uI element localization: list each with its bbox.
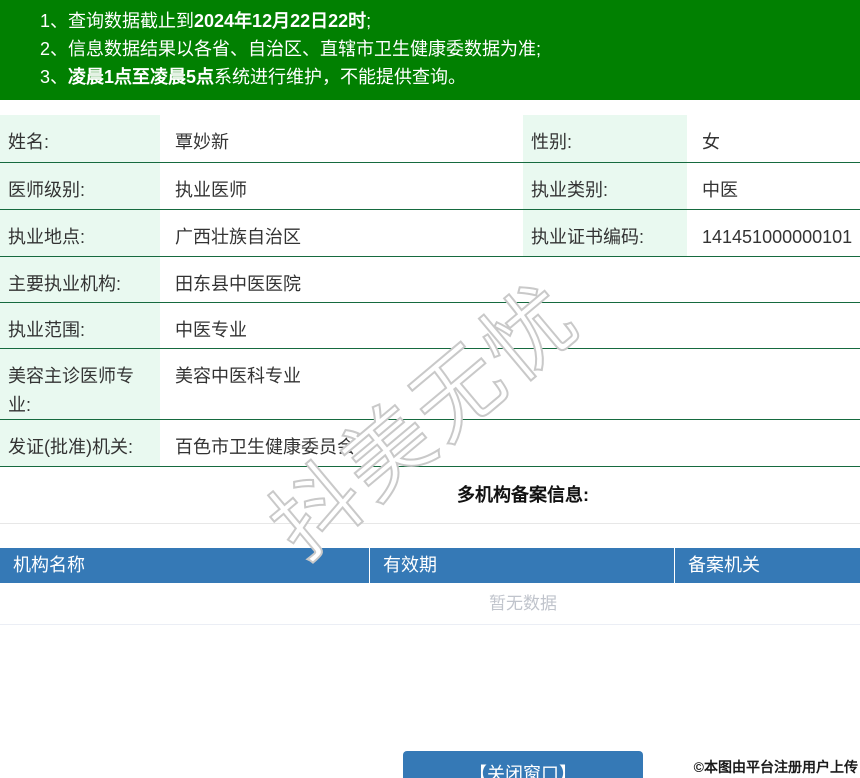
info-row-main-institution: 主要执业机构: 田东县中医医院: [0, 257, 860, 303]
info-row-level-category: 医师级别: 执业医师 执业类别: 中医: [0, 163, 860, 210]
column-header-institution-name: 机构名称: [0, 548, 370, 583]
practitioner-info-table: 姓名: 覃妙新 性别: 女 医师级别: 执业医师 执业类别: 中医 执业地点: …: [0, 115, 860, 467]
main-institution-label: 主要执业机构:: [0, 257, 160, 302]
notice-number: 3、: [40, 67, 69, 87]
notice-line-1: 1、查询数据截止到2024年12月22日22时;: [40, 7, 860, 35]
info-row-location-license: 执业地点: 广西壮族自治区 执业证书编码: 141451000000101: [0, 210, 860, 257]
gender-label: 性别:: [523, 115, 687, 162]
notice-number: 2、: [40, 39, 69, 59]
notice-text: 信息数据结果以各省、自治区、直辖市卫生健康委数据为准;: [68, 39, 542, 59]
practice-category-label: 执业类别:: [523, 163, 687, 209]
notice-number: 1、: [40, 11, 69, 31]
notice-text: 查询数据截止到: [68, 11, 195, 31]
main-institution-value: 田东县中医医院: [175, 274, 301, 294]
notice-line-2: 2、信息数据结果以各省、自治区、直辖市卫生健康委数据为准;: [40, 35, 860, 63]
records-table-header: 机构名称 有效期 备案机关: [0, 548, 860, 583]
column-header-record-authority: 备案机关: [688, 555, 760, 575]
notice-text-bold: 2024年12月22日22时: [194, 11, 367, 31]
practice-location-label: 执业地点:: [0, 210, 160, 256]
upload-stamp: ©本图由平台注册用户上传: [693, 759, 858, 775]
practice-category-value: 中医: [702, 180, 738, 200]
name-label: 姓名:: [0, 115, 160, 162]
close-window-button[interactable]: 【关闭窗口】: [403, 751, 643, 778]
gender-value: 女: [702, 132, 720, 152]
column-header-validity-period: 有效期: [370, 548, 675, 583]
page-content: 1、查询数据截止到2024年12月22日22时; 2、信息数据结果以各省、自治区…: [0, 0, 860, 778]
notice-text-bold: 凌晨1点至凌晨5点: [68, 67, 215, 87]
name-value: 覃妙新: [175, 132, 229, 152]
query-result-window: 1、查询数据截止到2024年12月22日22时; 2、信息数据结果以各省、自治区…: [0, 0, 860, 778]
practice-scope-value: 中医专业: [175, 320, 247, 340]
doctor-level-label: 医师级别:: [0, 163, 160, 209]
doctor-level-value: 执业医师: [175, 180, 247, 200]
license-number-value: 141451000000101: [702, 227, 853, 247]
issuing-authority-label: 发证(批准)机关:: [0, 420, 160, 466]
info-row-cosmetic-specialty: 美容主诊医师专业: 美容中医科专业: [0, 349, 860, 420]
notice-line-3: 3、凌晨1点至凌晨5点系统进行维护，不能提供查询。: [40, 63, 860, 91]
license-number-label: 执业证书编码:: [523, 210, 687, 256]
practice-location-value: 广西壮族自治区: [175, 227, 301, 247]
notice-banner: 1、查询数据截止到2024年12月22日22时; 2、信息数据结果以各省、自治区…: [0, 0, 860, 100]
notice-text: 系统进行维护，不能提供查询。: [214, 67, 467, 87]
section-divider: [0, 523, 860, 524]
multi-institution-section-title: 多机构备案信息:: [457, 485, 589, 505]
info-row-issuing-authority: 发证(批准)机关: 百色市卫生健康委员会: [0, 420, 860, 467]
records-empty-state: 暂无数据: [0, 583, 860, 625]
notice-text: ;: [366, 11, 372, 31]
info-row-practice-scope: 执业范围: 中医专业: [0, 303, 860, 349]
issuing-authority-value: 百色市卫生健康委员会: [175, 437, 355, 457]
info-row-name-gender: 姓名: 覃妙新 性别: 女: [0, 115, 860, 163]
practice-scope-label: 执业范围:: [0, 303, 160, 348]
cosmetic-specialty-label: 美容主诊医师专业:: [0, 349, 160, 419]
cosmetic-specialty-value: 美容中医科专业: [175, 366, 301, 386]
